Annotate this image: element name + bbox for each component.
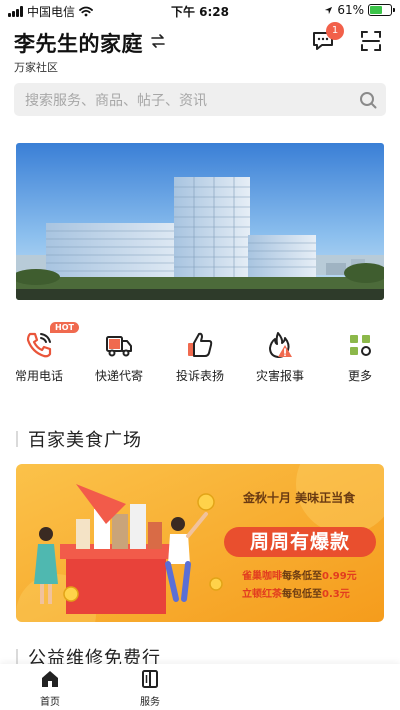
delivery-truck-icon (106, 336, 132, 357)
scan-icon[interactable] (360, 30, 382, 52)
status-bar: 中国电信 下午 6:28 61% (0, 0, 400, 22)
section-divider (16, 649, 18, 665)
promo-slogan: 金秋十月 美味正当食 (243, 491, 356, 505)
grid-more-icon (350, 335, 371, 356)
promo-banner[interactable]: 金秋十月 美味正当食 周周有爆款 雀巢咖啡每条低至0.99元 立顿红茶每包低至0… (16, 464, 384, 622)
deal-1-text: 每条低至 (282, 571, 322, 582)
switch-family-icon[interactable] (150, 32, 166, 50)
menu-label: 快递代寄 (94, 369, 143, 383)
deal-2-text: 每包低至 (282, 589, 322, 600)
deal-1-name: 雀巢咖啡 (242, 571, 282, 582)
thumbs-up-icon (188, 332, 213, 357)
promo-headline: 周周有爆款 (224, 527, 376, 557)
bottom-tab-bar: 首页 服务 (0, 664, 400, 710)
deal-2-name: 立顿红茶 (242, 589, 282, 600)
deal-2-price: 0.3元 (322, 589, 350, 600)
home-icon (42, 671, 58, 687)
message-badge: 1 (326, 22, 344, 40)
menu-item-phone[interactable]: HOT 常用电话 (4, 322, 79, 384)
tab-label: 首页 (40, 697, 60, 708)
section-divider (16, 431, 18, 447)
family-name-title[interactable]: 李先生的家庭 (14, 28, 143, 58)
promo-deal-2: 立顿红茶每包低至0.3元 (242, 585, 350, 600)
tab-label: 服务 (140, 697, 160, 708)
location-arrow-icon (325, 6, 333, 14)
services-icon (142, 670, 158, 688)
menu-item-complaint[interactable]: 投诉表扬 (165, 328, 235, 384)
tab-home[interactable]: 首页 (20, 669, 80, 708)
battery-percent: 61% (337, 3, 364, 17)
search-icon[interactable] (359, 91, 377, 109)
menu-label: 灾害报事 (255, 369, 304, 383)
menu-label: 投诉表扬 (175, 369, 224, 383)
section-title[interactable]: 百家美食广场 (28, 426, 142, 452)
deal-1-price: 0.99元 (322, 571, 357, 582)
menu-label: 更多 (347, 369, 372, 383)
tab-services[interactable]: 服务 (120, 669, 180, 708)
menu-item-more[interactable]: 更多 (325, 328, 395, 384)
phone-icon (26, 332, 52, 358)
menu-item-delivery[interactable]: 快递代寄 (84, 328, 154, 384)
menu-label: 常用电话 (14, 369, 63, 383)
fire-warning-icon (269, 332, 292, 358)
banner-image[interactable] (16, 143, 384, 300)
community-name: 万家社区 (14, 61, 58, 74)
quick-menu: HOT 常用电话 快递代寄 投诉表扬 灾害报事 更多 (0, 322, 400, 390)
battery-icon (368, 4, 395, 16)
section-header-food: 百家美食广场 (16, 426, 142, 452)
search-bar[interactable]: 搜索服务、商品、帖子、资讯 (14, 83, 386, 116)
menu-item-disaster[interactable]: 灾害报事 (245, 328, 315, 384)
hot-tag: HOT (50, 322, 79, 333)
promo-deal-1: 雀巢咖啡每条低至0.99元 (242, 567, 357, 582)
search-input[interactable]: 搜索服务、商品、帖子、资讯 (25, 90, 207, 110)
header: 李先生的家庭 万家社区 1 (0, 22, 400, 78)
